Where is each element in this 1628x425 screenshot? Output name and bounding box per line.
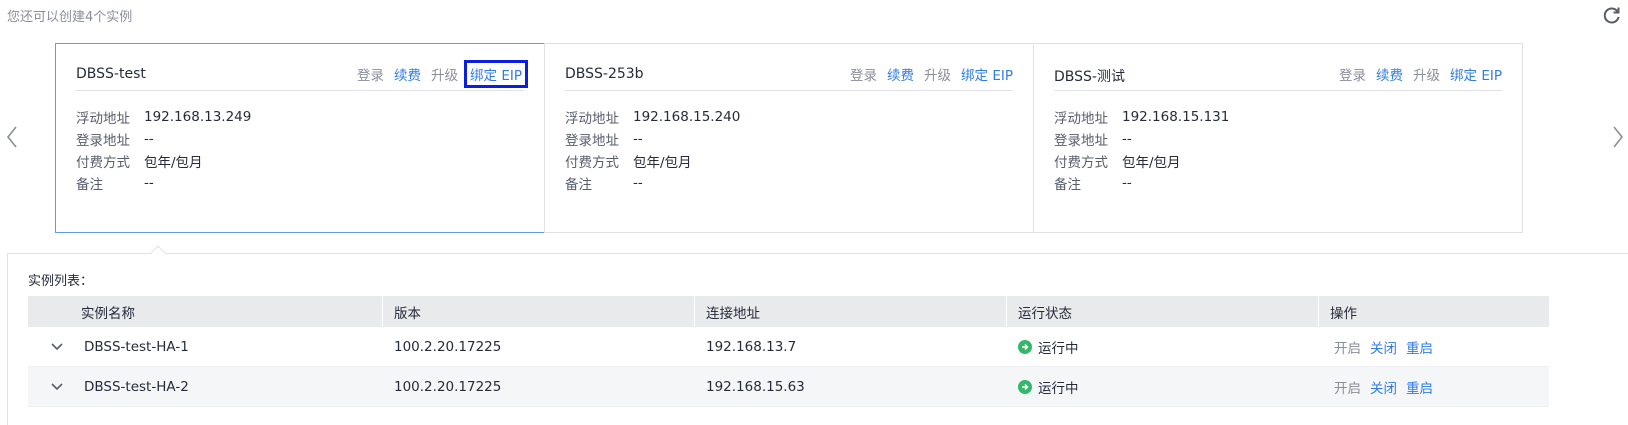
bind-eip-link[interactable]: 绑定 EIP <box>464 60 528 88</box>
field-login-address: 登录地址 -- <box>76 128 251 150</box>
stop-link[interactable]: 关闭 <box>1370 377 1397 397</box>
login-link[interactable]: 登录 <box>357 64 384 84</box>
chevron-down-icon[interactable] <box>50 382 64 392</box>
restart-link[interactable]: 重启 <box>1406 337 1433 357</box>
instance-list-caption: 实例列表： <box>28 274 94 289</box>
instance-address: 192.168.15.63 <box>706 378 805 395</box>
instance-address: 192.168.13.7 <box>706 338 797 355</box>
field-value: -- <box>144 131 154 147</box>
card-instance-name: DBSS-测试 <box>1054 69 1125 85</box>
running-status-icon <box>1018 339 1032 354</box>
instance-name: DBSS-test-HA-2 <box>84 378 189 395</box>
row-actions: 开启 关闭 重启 <box>1319 367 1549 407</box>
field-label: 登录地址 <box>76 133 130 149</box>
field-remark: 备注 -- <box>1054 172 1229 194</box>
field-login-address: 登录地址 -- <box>1054 128 1229 150</box>
start-link[interactable]: 开启 <box>1334 377 1361 397</box>
card-actions: 登录 续费 升级 绑定 EIP <box>1339 64 1502 84</box>
login-link[interactable]: 登录 <box>1339 64 1366 84</box>
column-header-version: 版本 <box>383 296 695 327</box>
table-row: DBSS-test-HA-1 100.2.20.17225 192.168.13… <box>28 327 1549 367</box>
card-instance-name: DBSS-253b <box>565 66 644 82</box>
field-login-address: 登录地址 -- <box>565 128 740 150</box>
carousel-next-icon[interactable] <box>1610 124 1626 150</box>
card-instance-name: DBSS-test <box>76 66 146 82</box>
column-header-status: 运行状态 <box>1007 296 1319 327</box>
start-link[interactable]: 开启 <box>1334 337 1361 357</box>
card-actions: 登录 续费 升级 绑定 EIP <box>850 64 1013 84</box>
card-header: DBSS-253b 登录 续费 升级 绑定 EIP <box>565 61 1013 91</box>
running-status-icon <box>1018 379 1032 394</box>
renew-link[interactable]: 续费 <box>394 64 421 84</box>
table-row: DBSS-test-HA-2 100.2.20.17225 192.168.15… <box>28 367 1549 407</box>
instance-status: 运行中 <box>1007 367 1319 407</box>
field-value: -- <box>1122 175 1132 191</box>
upgrade-link[interactable]: 升级 <box>1413 64 1440 84</box>
field-floating-ip: 浮动地址 192.168.15.240 <box>565 106 740 128</box>
field-billing: 付费方式 包年/包月 <box>76 150 251 172</box>
field-value: 192.168.15.240 <box>633 109 741 125</box>
carousel-prev-icon[interactable] <box>4 124 20 150</box>
field-billing: 付费方式 包年/包月 <box>1054 150 1229 172</box>
upgrade-link[interactable]: 升级 <box>431 64 458 84</box>
column-header-name: 实例名称 <box>28 296 383 327</box>
upgrade-link[interactable]: 升级 <box>924 64 951 84</box>
field-value: -- <box>144 175 154 191</box>
chevron-down-icon[interactable] <box>50 342 64 352</box>
instance-version: 100.2.20.17225 <box>394 338 502 355</box>
field-value: -- <box>633 175 643 191</box>
field-label: 备注 <box>565 177 592 193</box>
field-label: 付费方式 <box>76 155 130 171</box>
field-value: 192.168.13.249 <box>144 109 252 125</box>
field-billing: 付费方式 包年/包月 <box>565 150 740 172</box>
bind-eip-link[interactable]: 绑定 EIP <box>961 64 1013 84</box>
instance-status: 运行中 <box>1007 327 1319 367</box>
field-label: 浮动地址 <box>565 111 619 127</box>
remaining-quota-text: 您还可以创建4个实例 <box>7 10 133 25</box>
table-header: 实例名称 版本 连接地址 运行状态 操作 <box>28 296 1549 327</box>
card-actions: 登录 续费 升级 绑定 EIP <box>357 60 528 88</box>
bind-eip-link[interactable]: 绑定 EIP <box>1450 64 1502 84</box>
renew-link[interactable]: 续费 <box>1376 64 1403 84</box>
field-remark: 备注 -- <box>565 172 740 194</box>
row-actions: 开启 关闭 重启 <box>1319 327 1549 367</box>
instance-card-3[interactable]: DBSS-测试 登录 续费 升级 绑定 EIP 浮动地址 192.168.15.1… <box>1033 43 1523 233</box>
login-link[interactable]: 登录 <box>850 64 877 84</box>
status-text: 运行中 <box>1038 380 1079 397</box>
instance-card-2[interactable]: DBSS-253b 登录 续费 升级 绑定 EIP 浮动地址 192.168.15… <box>544 43 1034 233</box>
field-label: 付费方式 <box>1054 155 1108 171</box>
card-header: DBSS-测试 登录 续费 升级 绑定 EIP <box>1054 61 1502 91</box>
stop-link[interactable]: 关闭 <box>1370 337 1397 357</box>
field-label: 备注 <box>76 177 103 193</box>
field-label: 备注 <box>1054 177 1081 193</box>
card-pointer-caret <box>150 245 166 254</box>
field-value: 包年/包月 <box>1122 155 1181 171</box>
status-text: 运行中 <box>1038 340 1079 357</box>
refresh-icon[interactable] <box>1602 5 1622 25</box>
field-label: 登录地址 <box>565 133 619 149</box>
restart-link[interactable]: 重启 <box>1406 377 1433 397</box>
card-header: DBSS-test 登录 续费 升级 绑定 EIP <box>76 60 528 91</box>
field-floating-ip: 浮动地址 192.168.13.249 <box>76 106 251 128</box>
instance-name: DBSS-test-HA-1 <box>84 338 189 355</box>
field-label: 登录地址 <box>1054 133 1108 149</box>
field-value: 192.168.15.131 <box>1122 109 1230 125</box>
column-header-actions: 操作 <box>1330 305 1357 322</box>
field-label: 浮动地址 <box>1054 111 1108 127</box>
renew-link[interactable]: 续费 <box>887 64 914 84</box>
field-value: -- <box>633 131 643 147</box>
instance-card-1[interactable]: DBSS-test 登录 续费 升级 绑定 EIP 浮动地址 192.168.13… <box>55 43 545 233</box>
instance-table: 实例名称 版本 连接地址 运行状态 操作 DBSS-test-HA-1 100.… <box>28 296 1549 407</box>
field-label: 付费方式 <box>565 155 619 171</box>
instance-version: 100.2.20.17225 <box>394 378 502 395</box>
field-floating-ip: 浮动地址 192.168.15.131 <box>1054 106 1229 128</box>
field-remark: 备注 -- <box>76 172 251 194</box>
instance-list-panel: 实例列表： 实例名称 版本 连接地址 运行状态 操作 DBSS-test-HA-… <box>7 253 1628 425</box>
field-value: 包年/包月 <box>633 155 692 171</box>
column-header-address: 连接地址 <box>695 296 1007 327</box>
field-value: -- <box>1122 131 1132 147</box>
field-label: 浮动地址 <box>76 111 130 127</box>
field-value: 包年/包月 <box>144 155 203 171</box>
